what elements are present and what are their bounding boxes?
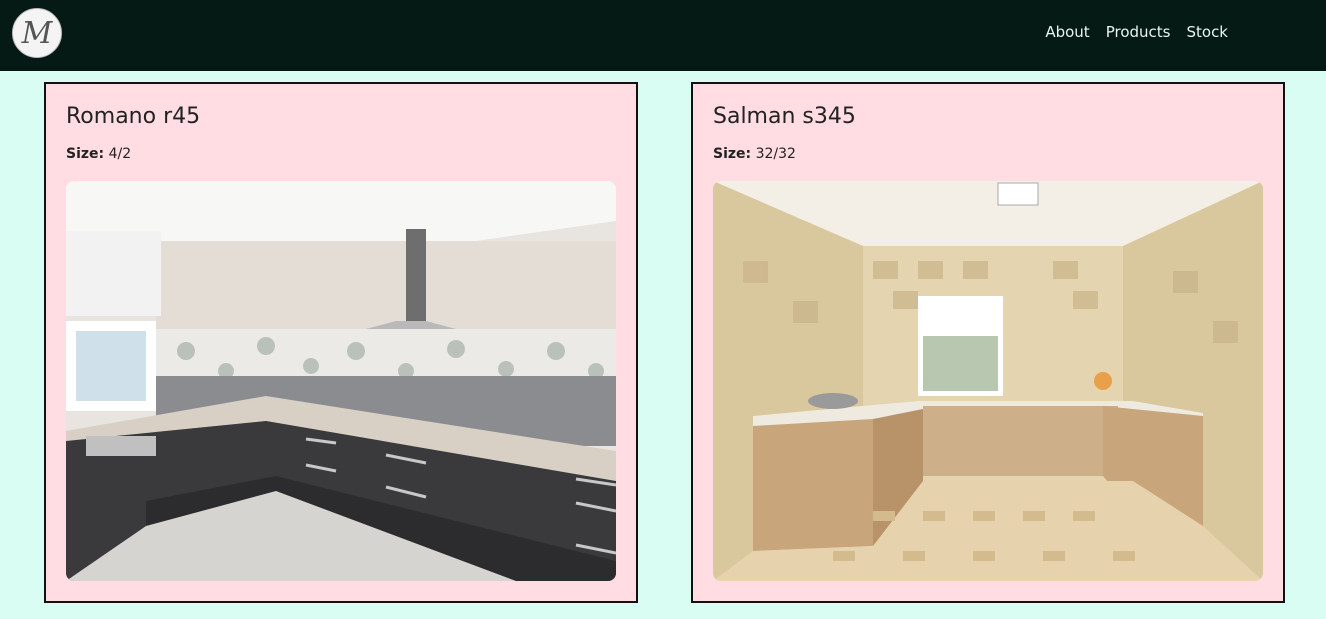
product-size: Size: 4/2 bbox=[66, 146, 131, 162]
product-size: Size: 32/32 bbox=[713, 146, 796, 162]
nav-link-about[interactable]: About bbox=[1045, 23, 1089, 41]
product-name: Romano r45 bbox=[66, 104, 201, 129]
size-value: 4/2 bbox=[108, 146, 132, 162]
size-label: Size: bbox=[66, 146, 105, 162]
product-image bbox=[66, 181, 616, 581]
nav-link-products[interactable]: Products bbox=[1106, 23, 1171, 41]
product-image bbox=[713, 181, 1263, 581]
product-name: Salman s345 bbox=[713, 104, 856, 129]
navbar: M About Products Stock bbox=[0, 0, 1326, 71]
nav-link-stock[interactable]: Stock bbox=[1186, 23, 1228, 41]
product-card: Romano r45 Size: 4/2 bbox=[44, 82, 638, 603]
size-label: Size: bbox=[713, 146, 752, 162]
size-value: 32/32 bbox=[755, 146, 796, 162]
kitchen-photo-icon bbox=[66, 181, 616, 581]
brand-logo[interactable]: M bbox=[12, 8, 62, 58]
nav-links: About Products Stock bbox=[1045, 23, 1228, 41]
logo-monogram: M bbox=[21, 15, 53, 51]
product-card: Salman s345 Size: 32/32 bbox=[691, 82, 1285, 603]
kitchen-photo-icon bbox=[713, 181, 1263, 581]
